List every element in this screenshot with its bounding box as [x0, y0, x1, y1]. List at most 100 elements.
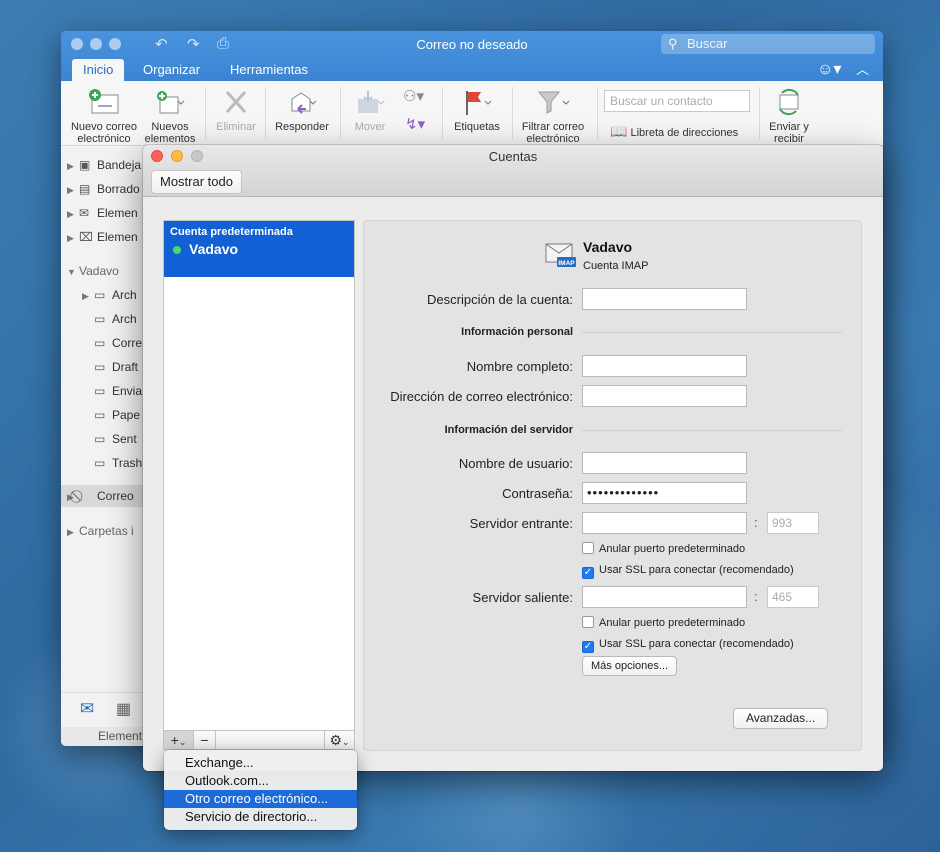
- assign-policy-icon[interactable]: ↯▾: [405, 115, 425, 133]
- address-book-label: Libreta de direcciones: [630, 127, 739, 139]
- menu-item-directory-service[interactable]: Servicio de directorio...: [164, 808, 357, 826]
- ribbon-divider: [340, 87, 341, 139]
- reply-button[interactable]: Responder: [271, 87, 333, 133]
- ribbon-divider: [512, 87, 513, 139]
- section-divider: [582, 332, 842, 333]
- disclosure-triangle-icon[interactable]: ▼: [67, 261, 79, 283]
- new-email-button[interactable]: Nuevo correo electrónico: [69, 87, 139, 145]
- incoming-server-field[interactable]: [582, 512, 747, 534]
- sidebar-item-inbox[interactable]: ▶ ▣ Bandeja: [67, 154, 141, 176]
- sidebar-folder[interactable]: ▭ Draft: [94, 356, 138, 378]
- sidebar-account-header[interactable]: ▼ Vadavo: [67, 260, 119, 282]
- disclosure-triangle-icon[interactable]: ▶: [67, 203, 79, 225]
- delete-button[interactable]: Eliminar: [211, 87, 261, 133]
- tab-inicio[interactable]: Inicio: [72, 59, 125, 81]
- flag-icon: [449, 87, 505, 121]
- address-book-button[interactable]: 📖 Libreta de direcciones: [610, 123, 738, 140]
- disclosure-triangle-icon[interactable]: ▶: [67, 486, 79, 508]
- incoming-port-field[interactable]: 993: [767, 512, 819, 534]
- disclosure-triangle-icon[interactable]: ▶: [67, 179, 79, 201]
- disclosure-triangle-icon[interactable]: ▶: [82, 285, 94, 307]
- chevron-down-icon: ⌄: [342, 737, 350, 747]
- sidebar-folder[interactable]: ▶ ▭ Arch: [82, 284, 137, 306]
- menu-item-outlook-com[interactable]: Outlook.com...: [164, 772, 357, 790]
- remove-account-button[interactable]: −: [194, 731, 216, 749]
- account-name: Vadavo: [79, 264, 119, 278]
- password-field[interactable]: •••••••••••••: [582, 482, 747, 504]
- tab-herramientas[interactable]: Herramientas: [219, 59, 319, 81]
- checkbox-unchecked-icon: [582, 542, 594, 554]
- folder-label: Draft: [112, 360, 139, 374]
- send-receive-button[interactable]: Enviar y recibir: [763, 87, 815, 145]
- show-all-button[interactable]: Mostrar todo: [151, 170, 242, 194]
- folder-label: Envia: [112, 384, 143, 398]
- sidebar-folder[interactable]: ▭ Pape: [94, 404, 140, 426]
- sidebar-folder[interactable]: ▭ Arch: [94, 308, 137, 330]
- accounts-dialog: Cuentas Mostrar todo Cuenta predetermina…: [143, 145, 883, 771]
- ribbon-divider: [759, 87, 760, 139]
- rules-icon[interactable]: ⚇▾: [403, 87, 424, 105]
- folder-label: Arch: [112, 288, 137, 302]
- sent-icon: ✉: [79, 206, 90, 220]
- outgoing-port-field[interactable]: 465: [767, 586, 819, 608]
- address-book-icon: 📖: [610, 123, 628, 139]
- sidebar-folder[interactable]: ▭ Sent: [94, 428, 137, 450]
- disclosure-triangle-icon[interactable]: ▶: [67, 521, 79, 543]
- feedback-smiley-icon[interactable]: ☺▾: [817, 59, 841, 79]
- outgoing-server-field[interactable]: [582, 586, 747, 608]
- disclosure-triangle-icon[interactable]: ▶: [67, 227, 79, 249]
- account-list-toolbar: +⌄ − ⚙⌄: [163, 730, 355, 750]
- account-actions-button[interactable]: ⚙⌄: [324, 731, 354, 749]
- incoming-ssl-checkbox[interactable]: ✓ Usar SSL para conectar (recomendado): [582, 564, 794, 579]
- checkbox-label: Anular puerto predeterminado: [599, 543, 746, 555]
- contact-search-input[interactable]: Buscar un contacto: [604, 90, 750, 112]
- tags-button[interactable]: Etiquetas: [449, 87, 505, 133]
- menu-item-other-email[interactable]: Otro correo electrónico...: [164, 790, 357, 808]
- checkbox-label: Anular puerto predeterminado: [599, 617, 746, 629]
- outgoing-ssl-checkbox[interactable]: ✓ Usar SSL para conectar (recomendado): [582, 638, 794, 653]
- full-name-field[interactable]: [582, 355, 747, 377]
- account-list-item[interactable]: Cuenta predeterminada Vadavo: [164, 221, 354, 277]
- outgoing-override-port-checkbox[interactable]: Anular puerto predeterminado: [582, 616, 745, 629]
- account-type: Cuenta IMAP: [583, 260, 649, 272]
- sidebar-item-sent[interactable]: ▶ ✉ Elemen: [67, 202, 138, 224]
- add-account-button[interactable]: +⌄: [164, 731, 194, 749]
- status-dot-icon: [173, 246, 181, 254]
- sidebar-folder[interactable]: ▭ Corre: [94, 332, 142, 354]
- account-detail-name: Vadavo: [583, 239, 633, 255]
- more-options-button[interactable]: Más opciones...: [582, 656, 678, 676]
- folder-label: Trash: [112, 456, 143, 470]
- new-items-icon: [141, 87, 199, 121]
- move-button[interactable]: Mover: [345, 87, 395, 133]
- filter-email-button[interactable]: Filtrar correo electrónico: [517, 87, 589, 145]
- menu-item-exchange[interactable]: Exchange...: [164, 754, 357, 772]
- blocked-icon: ⃠: [79, 485, 97, 507]
- username-field[interactable]: [582, 452, 747, 474]
- sidebar-item-drafts[interactable]: ▶ ▤ Borrado: [67, 178, 140, 200]
- new-items-button[interactable]: Nuevos elementos: [141, 87, 199, 145]
- tab-organizar[interactable]: Organizar: [132, 59, 211, 81]
- sidebar-item-label: Carpetas i: [79, 524, 134, 538]
- mail-module-icon[interactable]: ✉: [80, 699, 94, 719]
- sidebar-folder[interactable]: ▭ Trash: [94, 452, 142, 474]
- advanced-button[interactable]: Avanzadas...: [733, 708, 829, 729]
- email-field[interactable]: [582, 385, 747, 407]
- incoming-override-port-checkbox[interactable]: Anular puerto predeterminado: [582, 542, 745, 555]
- search-input[interactable]: ⚲ Buscar: [661, 34, 875, 54]
- sidebar-other-folders[interactable]: ▶ Carpetas i: [67, 520, 134, 542]
- collapse-ribbon-chevron-icon[interactable]: ︿: [856, 59, 869, 78]
- sidebar-item-junk[interactable]: ▶⃠Correo: [61, 485, 146, 507]
- account-list[interactable]: Cuenta predeterminada Vadavo: [163, 220, 355, 732]
- inbox-icon: ▣: [79, 158, 91, 172]
- disclosure-triangle-icon[interactable]: ▶: [67, 155, 79, 177]
- sidebar-item-deleted[interactable]: ▶ ⌧ Elemen: [67, 226, 138, 248]
- sidebar-folder[interactable]: ▭ Envia: [94, 380, 142, 402]
- description-field[interactable]: [582, 288, 747, 310]
- folder-label: Corre: [112, 336, 143, 350]
- ribbon-divider: [265, 87, 266, 139]
- sidebar-item-label: Elemen: [97, 206, 138, 220]
- imap-badge: IMAP: [558, 260, 575, 267]
- calendar-module-icon[interactable]: ▦: [116, 699, 131, 719]
- delete-x-icon: [211, 87, 261, 121]
- checkbox-label: Usar SSL para conectar (recomendado): [599, 638, 794, 650]
